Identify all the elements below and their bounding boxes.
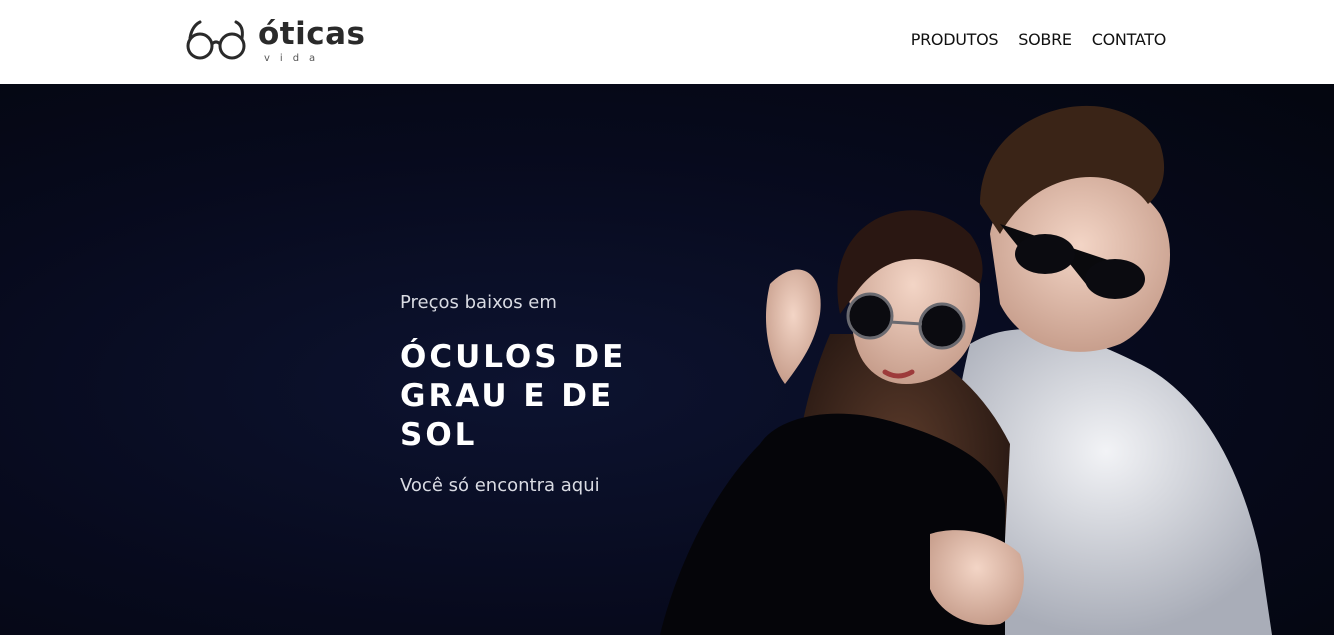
nav-sobre[interactable]: SOBRE (1018, 28, 1072, 52)
logo-wordmark: óticas (258, 16, 366, 52)
hero-pretitle: Preços baixos em (400, 292, 557, 313)
main-nav: PRODUTOS SOBRE CONTATO (911, 28, 1167, 52)
hero-subtitle: Você só encontra aqui (400, 475, 600, 496)
site-header: óticas vida PRODUTOS SOBRE CONTATO (0, 0, 1334, 84)
nav-contato[interactable]: CONTATO (1092, 28, 1167, 52)
hero-text-block: Preços baixos em ÓCULOS DE GRAU E DE SOL… (400, 290, 720, 499)
nav-produtos[interactable]: PRODUTOS (911, 28, 999, 52)
glasses-icon (186, 20, 246, 60)
logo-subtitle: vida (264, 53, 326, 64)
hero-banner: Preços baixos em ÓCULOS DE GRAU E DE SOL… (0, 84, 1334, 635)
site-logo[interactable]: óticas vida (186, 14, 376, 66)
hero-title: ÓCULOS DE GRAU E DE SOL (400, 339, 627, 453)
